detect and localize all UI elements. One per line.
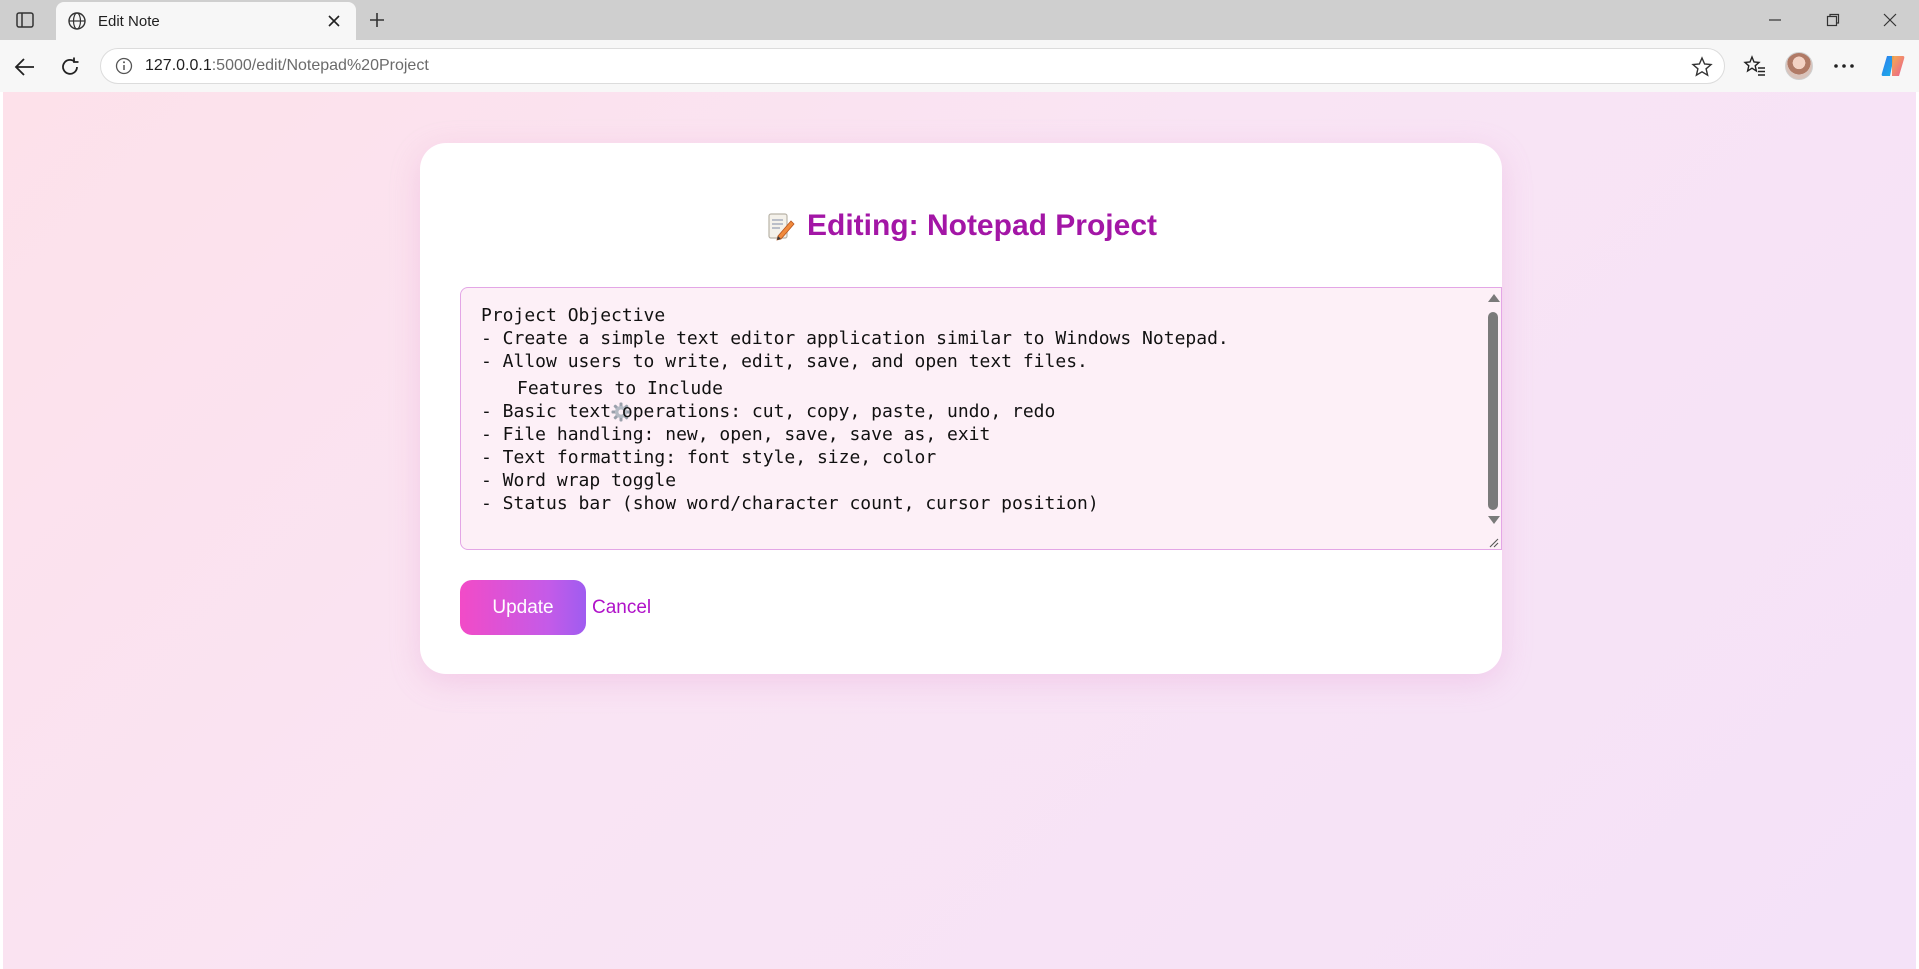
restore-icon[interactable] bbox=[1811, 6, 1855, 34]
close-window-icon[interactable] bbox=[1868, 6, 1912, 34]
copilot-icon[interactable] bbox=[1878, 51, 1908, 81]
update-button[interactable]: Update bbox=[460, 580, 586, 635]
more-icon[interactable] bbox=[1829, 51, 1859, 81]
minimize-icon[interactable] bbox=[1753, 6, 1797, 34]
editor-line: - Create a simple text editor applicatio… bbox=[481, 328, 1229, 349]
close-icon[interactable] bbox=[322, 9, 346, 33]
browser-toolbar: 127.0.0.1:5000/edit/Notepad%20Project bbox=[0, 40, 1919, 92]
reload-icon[interactable] bbox=[55, 52, 85, 82]
editor-line-text: Features to Include bbox=[517, 378, 723, 399]
editor-line: Features to Include bbox=[481, 377, 1461, 421]
browser-tab[interactable]: Edit Note bbox=[56, 2, 356, 40]
editor-line: - Allow users to write, edit, save, and … bbox=[481, 351, 1088, 372]
tab-title: Edit Note bbox=[98, 12, 160, 30]
info-icon[interactable] bbox=[113, 55, 135, 77]
page-title: Editing: Notepad Project bbox=[420, 209, 1502, 243]
globe-icon bbox=[66, 10, 88, 32]
star-icon[interactable] bbox=[1690, 55, 1714, 79]
note-content-text: Project Objective - Create a simple text… bbox=[481, 304, 1461, 515]
cancel-link[interactable]: Cancel bbox=[592, 597, 651, 619]
url-path: :5000/edit/Notepad%20Project bbox=[211, 57, 429, 74]
editor-line: - Text formatting: font style, size, col… bbox=[481, 447, 937, 468]
editor-line: - Status bar (show word/character count,… bbox=[481, 493, 1099, 514]
memo-icon bbox=[765, 211, 795, 241]
url-host: 127.0.0.1 bbox=[145, 57, 212, 74]
avatar[interactable] bbox=[1784, 51, 1814, 81]
scroll-thumb[interactable] bbox=[1488, 312, 1498, 510]
editor-line: - Basic text operations: cut, copy, past… bbox=[481, 401, 1056, 422]
scroll-up-arrow-icon[interactable] bbox=[1488, 294, 1500, 302]
form-actions: Update Cancel bbox=[460, 580, 651, 635]
page-title-text: Editing: Notepad Project bbox=[806, 209, 1157, 242]
editor-line: - Word wrap toggle bbox=[481, 470, 677, 491]
edit-note-card: Editing: Notepad Project Project Objecti… bbox=[420, 143, 1502, 674]
favorites-icon[interactable] bbox=[1740, 51, 1770, 81]
resize-grip-icon[interactable] bbox=[1487, 535, 1499, 548]
page-viewport: Editing: Notepad Project Project Objecti… bbox=[3, 92, 1916, 969]
back-icon[interactable] bbox=[10, 52, 40, 82]
plus-icon[interactable] bbox=[364, 8, 390, 32]
editor-line: Project Objective bbox=[481, 305, 666, 326]
gear-icon bbox=[481, 379, 631, 421]
editor-line: - File handling: new, open, save, save a… bbox=[481, 424, 991, 445]
sidebar-toggle-icon[interactable] bbox=[10, 8, 40, 32]
note-content-textarea[interactable]: Project Objective - Create a simple text… bbox=[460, 287, 1502, 550]
browser-tab-bar: Edit Note bbox=[0, 0, 1919, 40]
address-bar[interactable]: 127.0.0.1:5000/edit/Notepad%20Project bbox=[100, 48, 1725, 84]
scroll-down-arrow-icon[interactable] bbox=[1488, 516, 1500, 524]
editor-scrollbar[interactable] bbox=[1485, 288, 1501, 549]
